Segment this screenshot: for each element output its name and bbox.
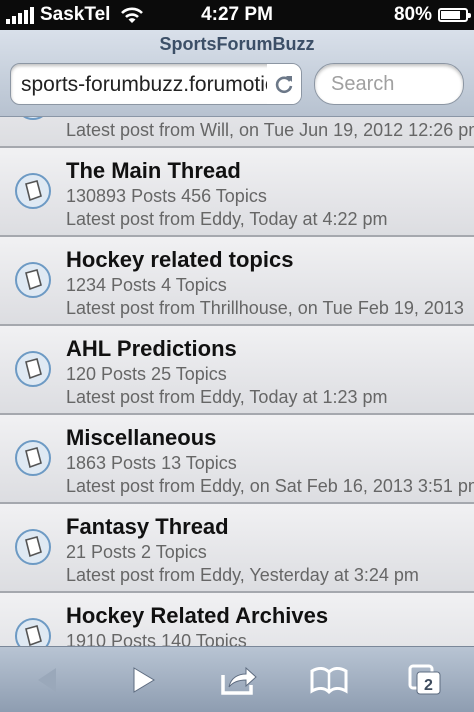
forum-row[interactable]: Hockey related topics 1234 Posts 4 Topic… (0, 237, 474, 326)
forum-folder-icon (15, 351, 51, 387)
forward-button[interactable] (118, 661, 168, 699)
search-input[interactable] (329, 72, 453, 97)
browser-chrome: SportsForumBuzz sports-forumbuzz.forumot… (0, 30, 474, 117)
forum-name[interactable]: Miscellaneous (66, 425, 216, 451)
forum-latest-post: Latest post from Eddy, Today at 4:22 pm (66, 209, 388, 229)
forum-latest-post: Latest post from Will, on Tue Jun 19, 20… (66, 120, 474, 140)
forum-row[interactable]: AHL Predictions 120 Posts 25 Topics Late… (0, 326, 474, 415)
forum-counts: 1910 Posts 140 Topics (66, 631, 247, 646)
browser-toolbar: 2 (0, 646, 474, 712)
forum-latest-post: Latest post from Thrillhouse, on Tue Feb… (66, 298, 464, 318)
reload-button[interactable] (267, 64, 301, 104)
forum-name[interactable]: Hockey Related Archives (66, 603, 328, 629)
forum-row[interactable]: The Main Thread 130893 Posts 456 Topics … (0, 148, 474, 237)
battery-fill (441, 11, 460, 19)
page-title: SportsForumBuzz (159, 34, 315, 54)
forum-counts: 1863 Posts 13 Topics (66, 453, 237, 473)
forum-counts: 21 Posts 2 Topics (66, 542, 207, 562)
tabs-count: 2 (424, 677, 433, 694)
address-bar[interactable]: sports-forumbuzz.forumotion.com (10, 63, 302, 105)
forum-latest-post: Latest post from Eddy, Today at 1:23 pm (66, 387, 388, 407)
battery-percent: 80% (393, 4, 432, 25)
forum-row[interactable]: Miscellaneous 1863 Posts 13 Topics Lates… (0, 415, 474, 504)
battery-icon (438, 8, 471, 22)
back-arrow-icon (38, 668, 56, 692)
tabs-button[interactable]: 2 (400, 661, 450, 699)
forum-row[interactable]: Hockey Related Archives 1910 Posts 140 T… (0, 593, 474, 646)
share-button[interactable] (214, 661, 264, 699)
forum-folder-icon (15, 618, 51, 646)
back-button[interactable] (22, 661, 72, 699)
forum-folder-icon (15, 440, 51, 476)
address-url[interactable]: sports-forumbuzz.forumotion.com (21, 73, 301, 97)
forum-name[interactable]: AHL Predictions (66, 336, 237, 362)
forum-name[interactable]: Hockey related topics (66, 247, 293, 273)
forum-row[interactable]: Fantasy Thread 21 Posts 2 Topics Latest … (0, 504, 474, 593)
forum-latest-post: Latest post from Eddy, on Sat Feb 16, 20… (66, 476, 474, 496)
reload-icon (275, 76, 293, 94)
forum-counts: 120 Posts 25 Topics (66, 364, 227, 384)
forum-row[interactable]: Latest post from Will, on Tue Jun 19, 20… (0, 117, 474, 148)
forum-latest-post: Latest post from Eddy, Yesterday at 3:24… (66, 565, 419, 585)
forum-folder-icon (15, 529, 51, 565)
status-bar: SaskTel 4:27 PM 80% (0, 0, 474, 30)
forum-counts: 130893 Posts 456 Topics (66, 186, 267, 206)
bookmarks-icon (310, 667, 348, 695)
bookmarks-button[interactable] (304, 661, 354, 699)
forum-list: Latest post from Will, on Tue Jun 19, 20… (0, 117, 474, 646)
search-field[interactable] (314, 63, 464, 105)
forum-name[interactable]: Fantasy Thread (66, 514, 229, 540)
status-right: 80% (393, 4, 471, 26)
forward-arrow-icon (133, 667, 155, 693)
forum-counts: 1234 Posts 4 Topics (66, 275, 227, 295)
share-icon (221, 666, 257, 695)
forum-folder-icon (15, 173, 51, 209)
forum-folder-icon (23, 117, 43, 120)
forum-name[interactable]: The Main Thread (66, 158, 241, 184)
tabs-icon: 2 (408, 664, 441, 695)
forum-folder-icon (15, 262, 51, 298)
